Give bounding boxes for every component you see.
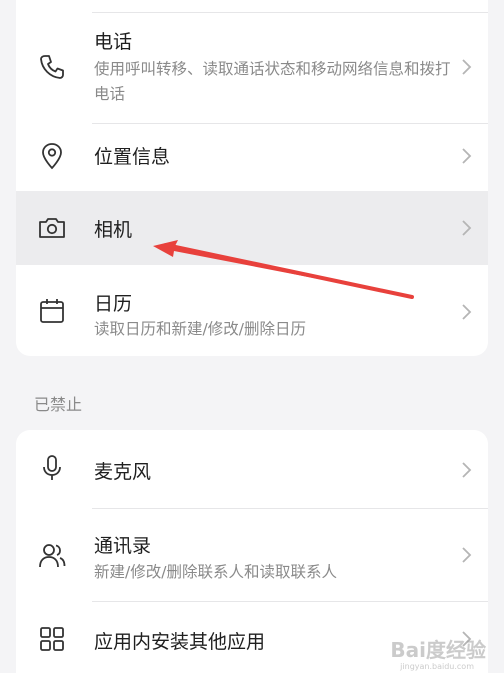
chevron-right-icon (460, 545, 474, 565)
permission-title: 电话 (94, 31, 133, 53)
permission-title: 通讯录 (94, 535, 152, 557)
permission-title: 日历 (94, 293, 133, 315)
microphone-icon (36, 452, 68, 484)
chevron-right-icon (460, 57, 474, 77)
permission-subtitle: 使用呼叫转移、读取通话状态和移动网络信息和拨打电话 (94, 60, 451, 103)
chevron-right-icon (460, 460, 474, 480)
permission-row-calendar[interactable]: 日历 读取日历和新建/修改/删除日历 (16, 265, 488, 356)
watermark-logo: Bai度经验 (390, 638, 486, 662)
calendar-icon (36, 295, 68, 327)
app-permissions-screen: 电话 使用呼叫转移、读取通话状态和移动网络信息和拨打电话 位置信息 相机 日历 … (0, 0, 504, 673)
chevron-right-icon (460, 218, 474, 238)
allowed-permissions-card: 电话 使用呼叫转移、读取通话状态和移动网络信息和拨打电话 位置信息 相机 日历 … (16, 0, 488, 356)
contacts-icon (36, 539, 68, 571)
camera-icon (36, 212, 68, 244)
location-pin-icon (36, 140, 68, 172)
watermark-url: jingyan.baidu.com (400, 662, 474, 671)
permission-row-camera[interactable]: 相机 (16, 191, 488, 265)
phone-icon (36, 51, 68, 83)
permission-subtitle: 新建/修改/删除联系人和读取联系人 (94, 563, 337, 581)
permission-title: 位置信息 (94, 146, 171, 168)
permission-title: 麦克风 (94, 461, 152, 483)
chevron-right-icon (460, 146, 474, 166)
permission-row-contacts[interactable]: 通讯录 新建/修改/删除联系人和读取联系人 (16, 509, 488, 601)
permission-row-location[interactable]: 位置信息 (16, 124, 488, 190)
permission-subtitle: 读取日历和新建/修改/删除日历 (94, 320, 306, 338)
permission-title: 应用内安装其他应用 (94, 631, 266, 653)
permission-row-microphone[interactable]: 麦克风 (16, 430, 488, 508)
permission-row-phone[interactable]: 电话 使用呼叫转移、读取通话状态和移动网络信息和拨打电话 (16, 13, 488, 123)
permission-title: 相机 (94, 219, 133, 241)
chevron-right-icon (460, 302, 474, 322)
section-label-denied: 已禁止 (34, 395, 83, 414)
apps-grid-icon (36, 623, 68, 655)
